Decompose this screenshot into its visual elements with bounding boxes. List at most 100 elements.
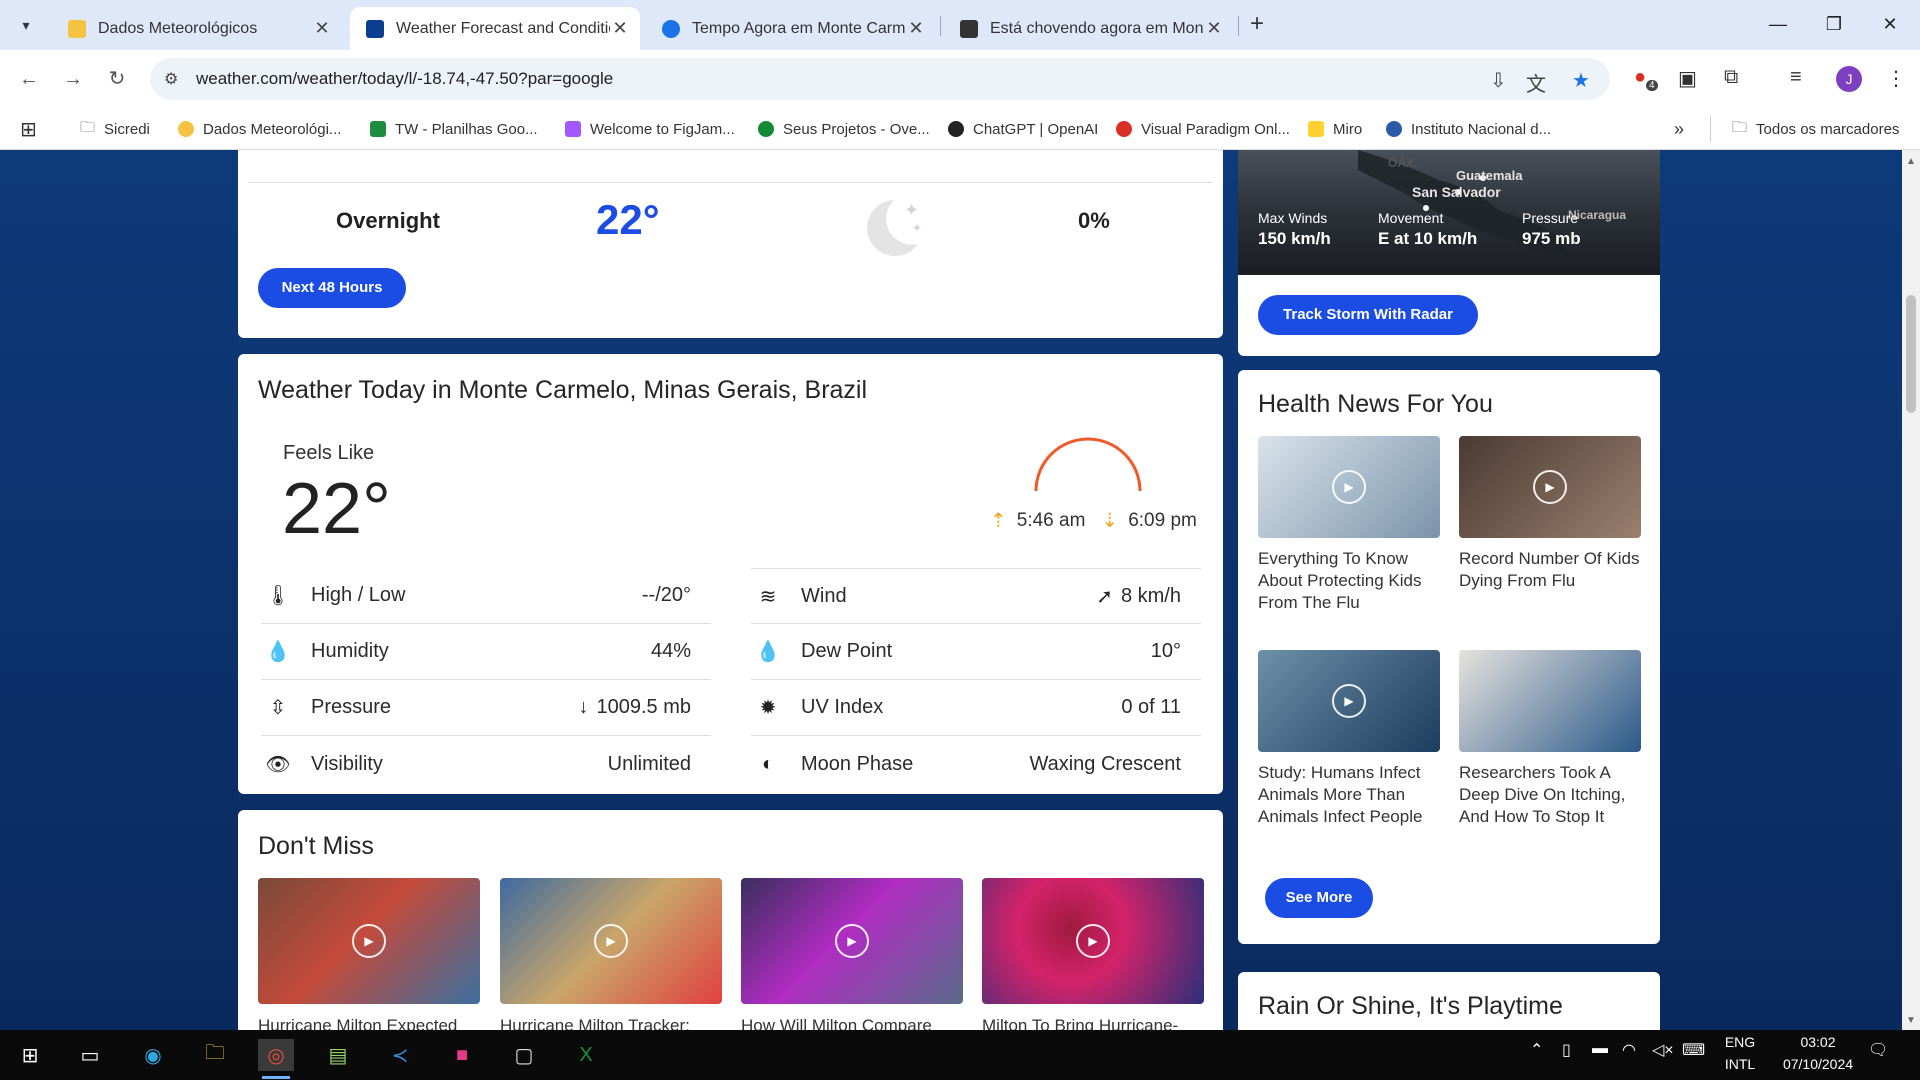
bookmark-figjam[interactable]: Welcome to FigJam... (565, 116, 735, 142)
tab-esta-chovendo[interactable]: Está chovendo agora em Monte ✕ (944, 7, 1234, 50)
bookmark-sicredi[interactable]: 🗀 Sicredi (80, 116, 150, 142)
intellij-icon[interactable]: ■ (444, 1039, 480, 1071)
track-storm-button[interactable]: Track Storm With Radar (1258, 295, 1478, 335)
weather-icon (178, 121, 194, 137)
bookmark-overleaf[interactable]: Seus Projetos - Ove... (758, 116, 930, 142)
stat-label: Max Winds (1258, 210, 1328, 226)
apps-grid-icon[interactable]: ⊞ (20, 116, 37, 142)
close-tab-icon[interactable]: ✕ (312, 18, 332, 39)
extensions-puzzle-icon[interactable]: ⧉ (1724, 66, 1738, 89)
windows-start-icon[interactable]: ⊞ (12, 1039, 48, 1071)
wifi-icon[interactable]: ◠ (1622, 1040, 1636, 1060)
dont-miss-thumb[interactable]: ▶ (982, 878, 1204, 1004)
new-tab-button[interactable]: + (1242, 10, 1272, 40)
translate-icon[interactable]: 文 (1526, 68, 1546, 97)
bookmark-star-icon[interactable]: ★ (1572, 68, 1590, 93)
extension-red-icon[interactable]: ● (1634, 66, 1646, 89)
ta-favicon-icon (960, 19, 978, 38)
close-tab-icon[interactable]: ✕ (906, 18, 926, 39)
extension-dark-icon[interactable]: ▣ (1678, 66, 1697, 91)
bookmark-tw-planilhas[interactable]: TW - Planilhas Goo... (370, 116, 538, 142)
forward-button[interactable]: → (58, 64, 88, 94)
tab-tempo-agora[interactable]: Tempo Agora em Monte Carme ✕ (646, 7, 936, 50)
pressure-icon: ⇳ (269, 697, 287, 719)
close-tab-icon[interactable]: ✕ (610, 18, 630, 39)
dont-miss-title[interactable]: Hurricane Milton Expected (258, 1016, 480, 1030)
next-48-hours-button[interactable]: Next 48 Hours (258, 268, 406, 308)
bookmark-miro[interactable]: Miro (1308, 116, 1362, 142)
health-news-title[interactable]: Researchers Took A Deep Dive On Itching,… (1459, 762, 1641, 828)
notepad-icon[interactable]: ▤ (320, 1039, 356, 1071)
detail-pressure: ⇳ Pressure ↓ 1009.5 mb (261, 680, 711, 736)
language-line2[interactable]: INTL (1722, 1056, 1758, 1072)
excel-icon[interactable]: X (568, 1039, 604, 1071)
language-line1[interactable]: ENG (1722, 1034, 1758, 1050)
notifications-icon[interactable]: 🗨 (1868, 1040, 1888, 1060)
sheets-icon (370, 121, 386, 137)
page-scrollbar[interactable]: ▲ ▼ (1902, 150, 1920, 1030)
bookmark-inmet[interactable]: Instituto Nacional d... (1386, 116, 1551, 142)
battery-icon[interactable]: ▬ (1592, 1040, 1608, 1058)
map-label: OAX. (1388, 156, 1418, 170)
tab-separator (1238, 16, 1239, 36)
weather-page: Overnight 22° ✦ ✦ 0% Next 48 Hours OAX. … (0, 150, 1920, 1030)
media-control-icon[interactable]: ≡ (1790, 66, 1802, 89)
address-bar[interactable]: ⚙ weather.com/weather/today/l/-18.74,-47… (150, 58, 1610, 100)
bookmark-chatgpt[interactable]: ChatGPT | OpenAI (948, 116, 1098, 142)
profile-avatar[interactable]: J (1836, 66, 1862, 92)
health-news-title[interactable]: Everything To Know About Protecting Kids… (1258, 548, 1440, 614)
show-hidden-icons-icon[interactable]: ⌃ (1530, 1040, 1543, 1060)
health-news-thumb[interactable]: ▶ (1459, 436, 1641, 538)
dont-miss-title[interactable]: Milton To Bring Hurricane- (982, 1016, 1204, 1030)
health-news-thumb[interactable] (1459, 650, 1641, 752)
dont-miss-title[interactable]: Hurricane Milton Tracker: (500, 1016, 722, 1030)
more-bookmarks-icon[interactable]: » (1674, 116, 1684, 142)
dont-miss-title[interactable]: How Will Milton Compare (741, 1016, 963, 1030)
health-news-title[interactable]: Study: Humans Infect Animals More Than A… (1258, 762, 1440, 828)
scrollbar-thumb[interactable] (1906, 295, 1916, 413)
volume-muted-icon[interactable]: ◁× (1652, 1040, 1674, 1060)
close-window-button[interactable]: ✕ (1868, 8, 1912, 40)
bookmark-visual-paradigm[interactable]: Visual Paradigm Onl... (1116, 116, 1290, 142)
tab-dados-meteorologicos[interactable]: Dados Meteorológicos ✕ (52, 7, 342, 50)
vscode-icon[interactable]: ≺ (382, 1039, 418, 1071)
install-app-icon[interactable]: ⇩ (1490, 68, 1507, 93)
site-info-icon[interactable]: ⚙ (164, 69, 178, 89)
scroll-up-icon[interactable]: ▲ (1906, 156, 1916, 167)
keyboard-icon[interactable]: ⌨ (1682, 1040, 1705, 1060)
url-text[interactable]: weather.com/weather/today/l/-18.74,-47.5… (196, 69, 613, 89)
see-more-button[interactable]: See More (1265, 878, 1373, 918)
tab-search-button[interactable]: ▾ (11, 10, 41, 40)
device-icon[interactable]: ▯ (1562, 1040, 1571, 1060)
edge-icon[interactable]: ◉ (135, 1039, 171, 1071)
bookmark-dados[interactable]: Dados Meteorológi... (178, 116, 341, 142)
all-bookmarks-button[interactable]: 🗀 Todos os marcadores (1732, 116, 1899, 142)
chrome-icon[interactable]: ◎ (258, 1039, 294, 1079)
health-news-thumb[interactable]: ▶ (1258, 650, 1440, 752)
back-button[interactable]: ← (14, 64, 44, 94)
thermometer-icon: 🌡 (265, 585, 291, 607)
playtime-card: Rain Or Shine, It's Playtime (1238, 972, 1660, 1030)
reload-button[interactable]: ↻ (102, 64, 132, 94)
health-news-heading: Health News For You (1258, 390, 1493, 418)
clock-time[interactable]: 03:02 (1768, 1034, 1868, 1050)
file-explorer-icon[interactable]: 🗀 (197, 1039, 233, 1071)
play-icon: ▶ (1076, 924, 1110, 958)
minimize-button[interactable]: — (1756, 8, 1800, 40)
dont-miss-thumb[interactable]: ▶ (258, 878, 480, 1004)
dont-miss-thumb[interactable]: ▶ (741, 878, 963, 1004)
clock-date[interactable]: 07/10/2024 (1768, 1056, 1868, 1072)
drop-icon: 💧 (265, 641, 291, 663)
health-news-title[interactable]: Record Number Of Kids Dying From Flu (1459, 548, 1641, 592)
extension-badge: 4 (1646, 80, 1658, 91)
close-tab-icon[interactable]: ✕ (1204, 18, 1224, 39)
task-view-icon[interactable]: ▭ (72, 1039, 108, 1071)
restore-button[interactable]: ❐ (1812, 8, 1856, 40)
scroll-down-icon[interactable]: ▼ (1906, 1015, 1916, 1026)
tab-weather-forecast[interactable]: Weather Forecast and Condition ✕ (350, 7, 640, 50)
app-window-icon[interactable]: ▢ (506, 1039, 542, 1071)
health-news-thumb[interactable]: ▶ (1258, 436, 1440, 538)
play-icon: ▶ (1332, 684, 1366, 718)
menu-kebab-icon[interactable]: ⋮ (1886, 66, 1906, 91)
dont-miss-thumb[interactable]: ▶ (500, 878, 722, 1004)
